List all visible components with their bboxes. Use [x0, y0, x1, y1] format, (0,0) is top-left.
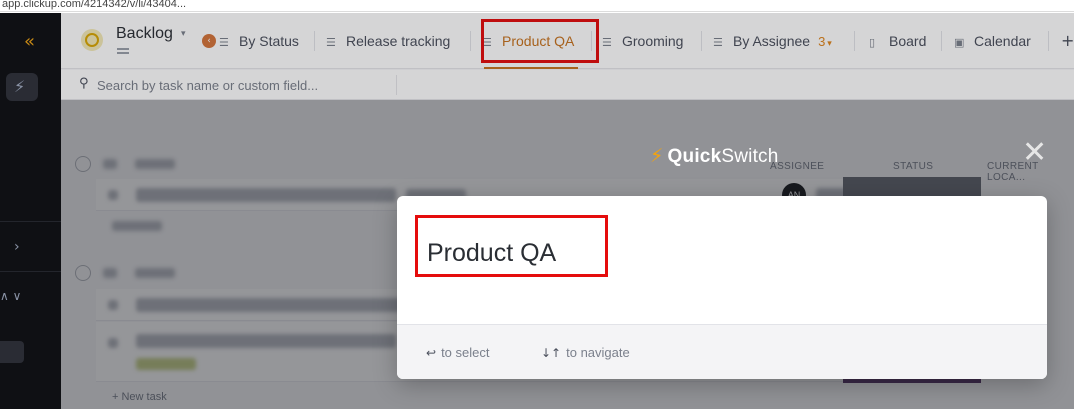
sidebar-selected-item[interactable]: [0, 341, 24, 363]
close-icon[interactable]: ✕: [1022, 138, 1047, 168]
hint-navigate: ↓↑ to navigate: [541, 345, 630, 360]
sidebar-divider: [0, 271, 61, 272]
double-chevron-left-icon[interactable]: «: [24, 31, 35, 52]
quickswitch-brand: ⚡ QuickSwitch: [650, 145, 779, 167]
sidebar-divider: [0, 221, 61, 222]
sidebar: « ⚡ › ∧ ∨: [0, 13, 61, 409]
lightning-icon: ⚡: [650, 145, 664, 167]
enter-key-icon: ↩: [426, 346, 437, 360]
chevron-down-icon[interactable]: ∧ ∨: [0, 289, 21, 303]
app-window: app.clickup.com/4214342/v/li/43404... « …: [0, 0, 1074, 409]
chevron-right-icon[interactable]: ›: [14, 239, 20, 255]
arrow-keys-icon: ↓↑: [541, 346, 562, 360]
lightning-icon: ⚡: [14, 77, 26, 96]
modal-backdrop-top: [61, 13, 1074, 100]
hint-select: ↩ to select: [426, 345, 490, 360]
highlight-box-query: [415, 215, 608, 277]
browser-url[interactable]: app.clickup.com/4214342/v/li/43404...: [0, 0, 1074, 12]
quickswitch-footer: ↩ to select ↓↑ to navigate: [397, 324, 1047, 379]
